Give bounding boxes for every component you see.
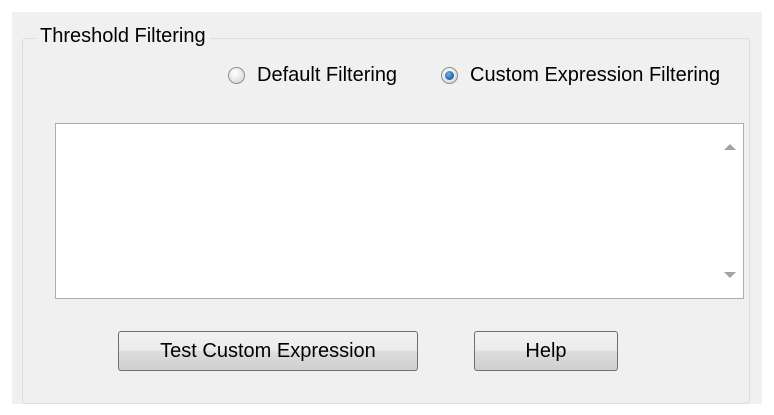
radio-checked-icon[interactable] bbox=[441, 66, 458, 84]
group-title: Threshold Filtering bbox=[36, 24, 210, 48]
vertical-scrollbar[interactable] bbox=[717, 124, 743, 298]
custom-expression-textarea[interactable] bbox=[55, 123, 744, 299]
scroll-up-icon[interactable] bbox=[724, 144, 736, 150]
default-filtering-label: Default Filtering bbox=[257, 63, 398, 86]
scroll-down-icon[interactable] bbox=[724, 272, 736, 278]
custom-expression-filtering-radio[interactable]: Custom Expression Filtering bbox=[441, 62, 720, 88]
help-button[interactable]: Help bbox=[474, 331, 618, 371]
default-filtering-radio[interactable]: Default Filtering bbox=[228, 62, 397, 88]
test-custom-expression-button[interactable]: Test Custom Expression bbox=[118, 331, 418, 371]
radio-unchecked-icon[interactable] bbox=[228, 66, 245, 84]
custom-expression-filtering-label: Custom Expression Filtering bbox=[470, 63, 721, 86]
